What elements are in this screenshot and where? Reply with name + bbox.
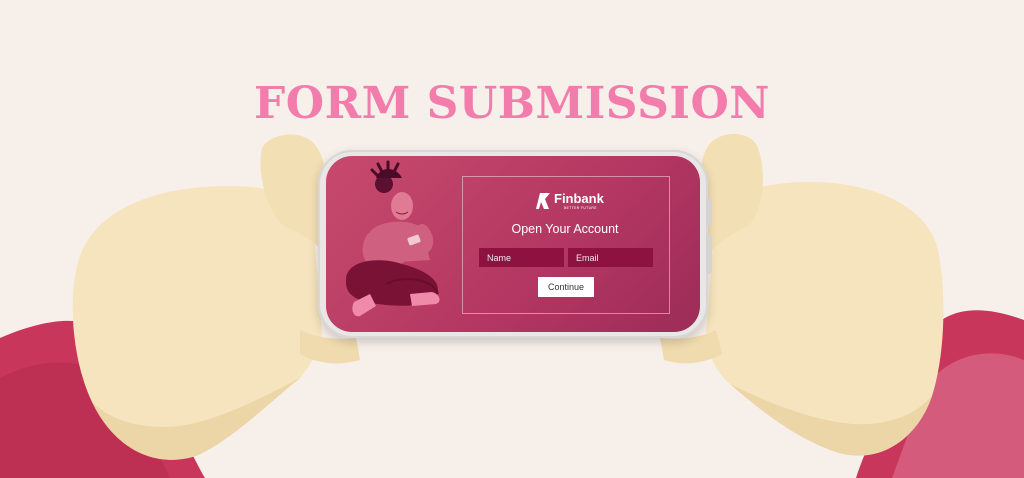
- phone-volume-button: [706, 198, 712, 226]
- finbank-logo-icon: [536, 193, 550, 209]
- finbank-logo: Finbank BETTER FUTURE: [536, 190, 604, 212]
- continue-button[interactable]: Continue: [538, 277, 594, 297]
- phone-power-button: [706, 234, 712, 274]
- form-title: Open Your Account: [511, 222, 619, 236]
- name-input[interactable]: [479, 248, 564, 267]
- brand-name: Finbank: [554, 190, 604, 206]
- brand-tagline: BETTER FUTURE: [564, 205, 597, 210]
- email-input[interactable]: [568, 248, 653, 267]
